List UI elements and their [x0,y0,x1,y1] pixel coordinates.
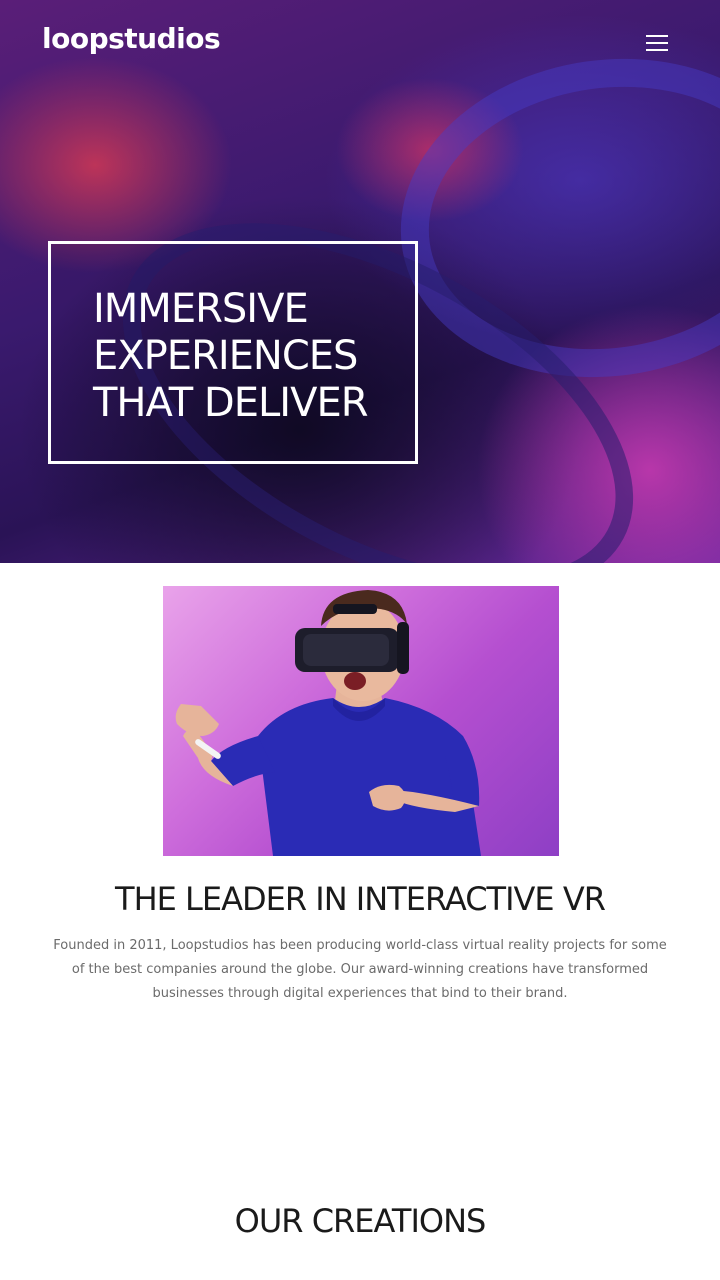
hero-section: loopstudios IMMERSIVE EXPERIENCES THAT D… [0,0,720,563]
vr-person-photo [163,586,559,856]
hero-title-line: EXPERIENCES [93,333,358,379]
hero-title: IMMERSIVE EXPERIENCES THAT DELIVER [93,286,413,427]
hero-title-line: IMMERSIVE [93,286,309,332]
site-logo[interactable]: loopstudios [42,22,221,55]
hero-title-box: IMMERSIVE EXPERIENCES THAT DELIVER [48,241,418,464]
creations-title: OUR CREATIONS [234,1202,487,1240]
about-title: THE LEADER IN INTERACTIVE VR [115,880,606,918]
about-text: Founded in 2011, Loopstudios has been pr… [53,938,667,1001]
hero-title-line: THAT DELIVER [93,380,369,426]
menu-bar [646,35,668,37]
menu-bar [646,42,668,44]
hamburger-menu-icon[interactable] [642,30,674,56]
menu-bar [646,49,668,51]
person-with-vr-headset-icon [175,590,481,856]
